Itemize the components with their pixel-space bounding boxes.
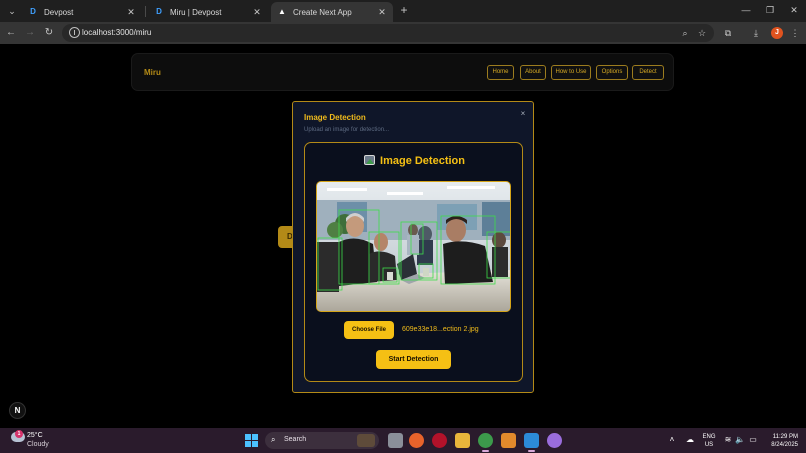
language-indicator[interactable]: ENG US [701,433,717,449]
cloud-sync-icon[interactable]: ☁ [685,435,695,445]
image-detection-modal: Image Detection Upload an image for dete… [292,101,534,393]
site-brand[interactable]: Miru [144,68,161,77]
clock-date: 8/24/2025 [771,442,798,448]
system-clock[interactable]: 11:29 PM 8/24/2025 [762,433,798,449]
download-icon[interactable]: ⤓ [750,26,762,40]
nav-detect[interactable]: Detect [632,65,664,80]
tab-search-icon[interactable]: ⌄ [5,4,19,18]
selected-file-name: 609e33e18...ection 2.jpg [402,326,479,333]
address-bar[interactable]: localhost:3000/miru ⌕ ☆ [62,24,714,42]
nav-about[interactable]: About [520,65,546,80]
tab-title: Devpost [44,7,74,17]
windows-start-icon[interactable] [245,434,258,447]
tab-create-next-app[interactable]: ▲ Create Next App ✕ [271,2,393,22]
tab-divider [145,6,146,17]
new-tab-icon[interactable]: + [398,4,410,17]
restore-icon[interactable]: ❐ [764,4,776,17]
tab-title: Create Next App [293,7,352,17]
tab-close-icon[interactable]: ✕ [126,7,136,18]
forward-icon[interactable]: → [23,26,37,40]
choose-file-button[interactable]: Choose File [344,321,394,339]
nextjs-favicon-icon: ▲ [278,7,286,16]
modal-close-button[interactable]: × [519,109,527,118]
task-view-icon[interactable] [388,433,403,448]
tab-title: Miru | Devpost [170,7,222,17]
card-heading-text: Image Detection [380,155,465,167]
picture-icon [364,155,376,165]
zoom-icon[interactable]: ⌕ [679,27,691,39]
detection-card: Image Detection Choose File 609e33e18...… [304,142,523,382]
wifi-icon[interactable]: ≋ [723,435,733,445]
volume-icon[interactable]: 🔈 [735,435,745,445]
address-url[interactable]: localhost:3000/miru [82,28,151,37]
weather-alert-badge: 1 [15,430,23,438]
window-close-icon[interactable]: ✕ [788,4,800,17]
modal-title: Image Detection [304,113,366,122]
minimize-icon[interactable]: — [740,4,752,17]
reload-icon[interactable]: ↻ [42,26,56,40]
nav-options[interactable]: Options [596,65,628,80]
region-code: US [704,442,714,448]
vscode-icon[interactable] [524,433,539,452]
weather-temperature[interactable]: 25°C [27,432,43,439]
battery-icon[interactable]: ▭ [748,435,758,445]
taskbar-search-label: Search [284,436,307,443]
tab-close-icon[interactable]: ✕ [252,7,262,18]
devpost-favicon-icon: D [30,7,36,16]
language-code: ENG [702,434,716,440]
tab-devpost[interactable]: D Devpost ✕ [22,2,142,22]
site-navbar: Miru Home About How to Use Options Detec… [131,53,674,91]
profile-avatar[interactable]: J [771,27,783,39]
nav-home[interactable]: Home [487,65,514,80]
tab-miru-devpost[interactable]: D Miru | Devpost ✕ [148,2,268,22]
search-highlight-image [357,434,375,447]
extensions-icon[interactable]: ⧉ [722,26,734,40]
uploaded-image-preview [316,181,511,312]
file-explorer-icon[interactable] [455,433,470,448]
site-info-icon[interactable] [69,27,80,38]
browser-toolbar: ← → ↻ localhost:3000/miru ⌕ ☆ ⧉ ⤓ ⋮ [0,22,806,44]
bookmark-star-icon[interactable]: ☆ [696,27,708,39]
nav-how-to-use[interactable]: How to Use [551,65,591,80]
windows-taskbar: 1 25°C Cloudy ⌕ Search ˄ ENG US ☁ ≋ 🔈 ▭ … [0,428,806,453]
modal-subtitle: Upload an image for detection... [304,127,390,133]
search-icon: ⌕ [271,435,276,444]
weather-description[interactable]: Cloudy [27,441,49,448]
xampp-icon[interactable] [501,433,516,448]
taskbar-search[interactable]: ⌕ Search [265,432,379,449]
office-photo-with-detections [317,182,510,311]
clock-time: 11:29 PM [772,434,798,440]
github-desktop-icon[interactable] [547,433,562,448]
start-detection-button[interactable]: Start Detection [376,350,451,369]
tab-close-icon[interactable]: ✕ [377,7,387,18]
tray-chevron-icon[interactable]: ˄ [667,435,677,445]
card-heading: Image Detection [305,155,524,167]
opera-icon[interactable] [432,433,447,448]
nextjs-dev-indicator[interactable]: N [9,402,26,419]
back-icon[interactable]: ← [4,26,18,40]
devpost-favicon-icon: D [156,7,162,16]
chrome-icon[interactable] [478,433,493,452]
browser-menu-icon[interactable]: ⋮ [789,26,801,40]
page-viewport: Miru Home About How to Use Options Detec… [0,44,806,428]
firefox-icon[interactable] [409,433,424,448]
browser-tab-bar: ⌄ D Devpost ✕ D Miru | Devpost ✕ ▲ Creat… [0,0,806,22]
